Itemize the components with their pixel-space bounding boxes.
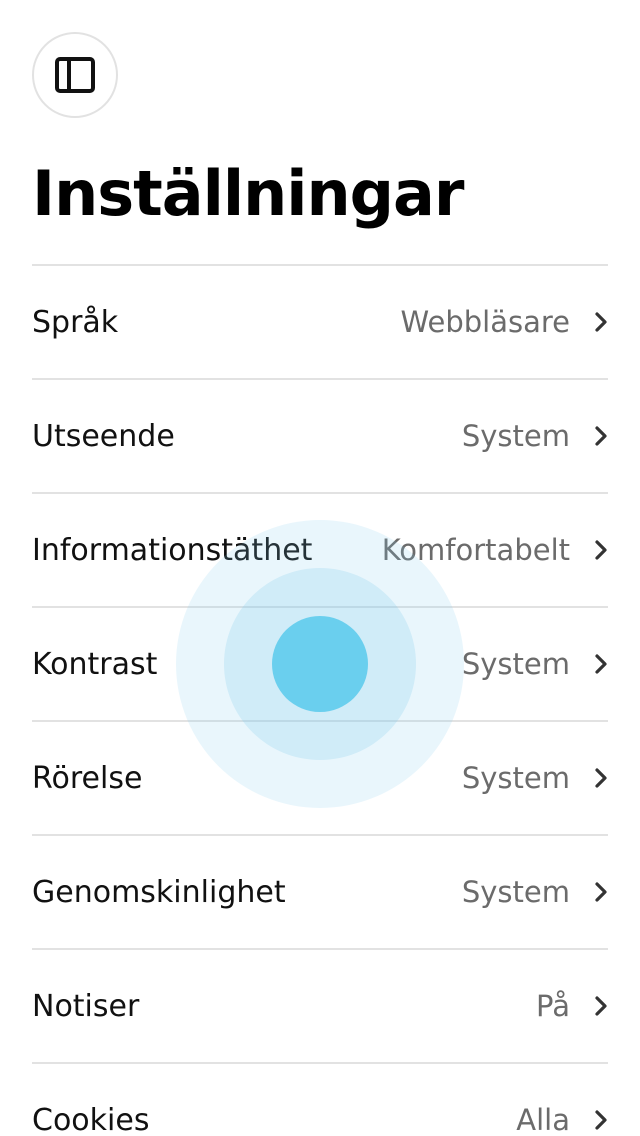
settings-row-label: Utseende [32,418,175,454]
settings-row-density[interactable]: Informationstäthet Komfortabelt [32,494,608,608]
chevron-right-icon [594,311,608,333]
settings-row-label: Informationstäthet [32,532,313,568]
settings-row-label: Genomskinlighet [32,874,286,910]
chevron-right-icon [594,995,608,1017]
settings-row-value: System [461,761,570,795]
settings-row-appearance[interactable]: Utseende System [32,380,608,494]
settings-row-contrast[interactable]: Kontrast System [32,608,608,722]
chevron-right-icon [594,425,608,447]
settings-row-transparency[interactable]: Genomskinlighet System [32,836,608,950]
settings-row-label: Språk [32,304,119,340]
settings-row-motion[interactable]: Rörelse System [32,722,608,836]
settings-row-value: Alla [516,1103,570,1136]
chevron-right-icon [594,653,608,675]
settings-row-language[interactable]: Språk Webbläsare [32,266,608,380]
settings-row-value: Webbläsare [400,305,570,339]
settings-row-cookies[interactable]: Cookies Alla [32,1064,608,1136]
chevron-right-icon [594,1109,608,1131]
page-title: Inställningar [32,157,464,230]
settings-row-value: System [461,419,570,453]
sidebar-toggle-button[interactable] [32,32,118,118]
settings-row-value: Komfortabelt [381,533,570,567]
settings-row-label: Kontrast [32,646,158,682]
settings-row-label: Notiser [32,988,140,1024]
chevron-right-icon [594,767,608,789]
chevron-right-icon [594,881,608,903]
settings-list: Språk Webbläsare Utseende System Informa… [32,264,608,1136]
settings-page: Inställningar Språk Webbläsare Utseende … [0,0,640,1136]
settings-row-value: På [536,989,570,1023]
chevron-right-icon [594,539,608,561]
settings-row-value: System [461,647,570,681]
settings-row-value: System [461,875,570,909]
settings-row-label: Rörelse [32,760,143,796]
sidebar-panel-icon [55,57,95,93]
settings-row-notifications[interactable]: Notiser På [32,950,608,1064]
settings-row-label: Cookies [32,1102,150,1136]
